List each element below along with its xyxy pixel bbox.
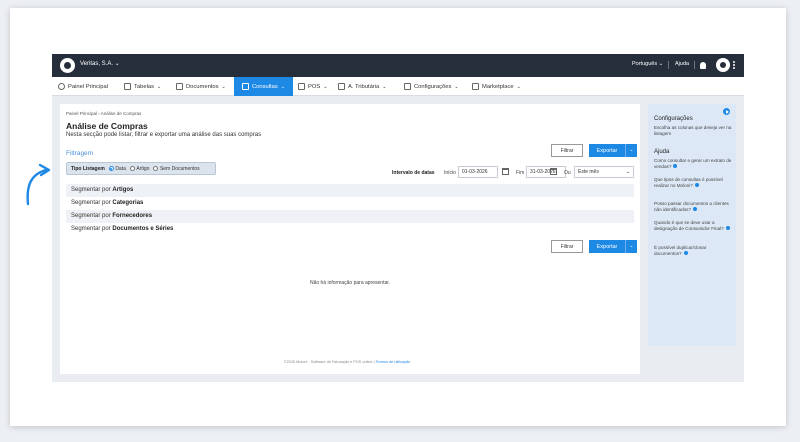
chevron-down-icon: ⌄ <box>382 83 387 90</box>
page-title: Análise de Compras <box>66 121 148 131</box>
chevron-down-icon[interactable]: ⌄ <box>625 240 637 253</box>
radio-data[interactable]: Data <box>108 166 126 172</box>
intervalo-label: Intervalo de datas <box>392 170 435 176</box>
app-window: Veritas, S.A. ⌄ Português ⌄ Ajuda Painel… <box>52 54 744 382</box>
help-item[interactable]: Posso passar documentos a clientes não i… <box>654 201 732 212</box>
chevron-down-icon: ⌄ <box>516 83 521 90</box>
top-bar: Veritas, S.A. ⌄ Português ⌄ Ajuda <box>52 54 744 77</box>
segment-categorias[interactable]: Segmentar por Categorias <box>66 197 634 210</box>
help-item[interactable]: Quando é que se deve usar a designação d… <box>654 220 732 231</box>
inicio-label: Início <box>444 170 456 176</box>
info-icon <box>683 251 688 256</box>
help-link[interactable]: Ajuda <box>675 61 689 67</box>
help-sidebar: Configurações Escolha as colunas que des… <box>648 104 736 346</box>
pos-icon <box>298 83 305 90</box>
avatar[interactable] <box>716 58 730 72</box>
divider <box>668 61 669 69</box>
table-icon <box>124 83 131 90</box>
nav-tabelas[interactable]: Tabelas ⌄ <box>124 77 161 96</box>
nav-consultas[interactable]: Consultas ⌄ <box>234 77 293 96</box>
annotation-arrow-icon <box>26 163 51 206</box>
help-item[interactable]: É possível duplicar/clonar documentos? <box>654 245 732 256</box>
settings-icon <box>404 83 411 90</box>
nav-marketplace[interactable]: Marketplace ⌄ <box>472 77 521 96</box>
company-selector[interactable]: Veritas, S.A. ⌄ <box>80 60 120 67</box>
tipo-listagem-label: Tipo Listagem <box>71 165 105 172</box>
nav-pos[interactable]: POS ⌄ <box>298 77 327 96</box>
radio-artigo[interactable]: Artigo <box>129 166 149 172</box>
calendar-icon[interactable] <box>502 168 509 175</box>
empty-message: Não há informação para apresentar. <box>309 280 391 286</box>
more-options-icon[interactable] <box>733 61 735 70</box>
nav-documentos[interactable]: Documentos ⌄ <box>176 77 226 96</box>
help-item[interactable]: Como consultar e gerar um extrato de ven… <box>654 158 732 169</box>
breadcrumb[interactable]: Painel Principal › Análise de Compras <box>66 111 141 116</box>
config-link[interactable]: Escolha as colunas que deseja ver na lis… <box>654 125 732 136</box>
segment-fornecedores[interactable]: Segmentar por Fornecedores <box>66 210 634 223</box>
main-nav: Painel Principal Tabelas ⌄ Documentos ⌄ … <box>52 77 744 96</box>
chevron-down-icon[interactable]: ⌄ <box>625 144 637 157</box>
nav-configuracoes[interactable]: Configurações ⌄ <box>404 77 459 96</box>
ou-label: Ou <box>564 170 571 176</box>
info-icon <box>673 164 678 169</box>
chart-icon <box>242 83 249 90</box>
export-button-bottom[interactable]: Exportar ⌄ <box>589 240 637 253</box>
start-date-input[interactable]: 01-03-2026 <box>458 166 498 178</box>
chevron-down-icon: ⌄ <box>280 83 285 90</box>
filter-button-bottom[interactable]: Filtrar <box>551 240 583 253</box>
filtragem-heading[interactable]: Filtragem <box>66 150 93 157</box>
language-selector[interactable]: Português ⌄ <box>632 61 663 67</box>
info-icon <box>725 226 730 231</box>
info-icon <box>694 183 699 188</box>
help-title: Ajuda <box>654 149 670 155</box>
help-item[interactable]: Que tipos de consultas é possível realiz… <box>654 177 732 188</box>
period-select[interactable]: Este mês ⌄ <box>574 166 634 178</box>
collapse-sidebar-icon[interactable] <box>723 108 730 115</box>
footer: ©2026 Moloni - Software de Faturação e P… <box>283 360 411 364</box>
chevron-down-icon: ⌄ <box>156 83 162 90</box>
filter-button-top[interactable]: Filtrar <box>551 144 583 157</box>
divider <box>694 61 695 69</box>
tax-icon <box>338 83 345 90</box>
calendar-icon[interactable] <box>550 168 557 175</box>
config-title: Configurações <box>654 116 693 122</box>
grid-icon <box>472 83 479 90</box>
segment-documentos-series[interactable]: Segmentar por Documentos e Séries <box>66 223 634 236</box>
dashboard-icon <box>58 83 65 90</box>
bell-icon[interactable] <box>700 62 706 69</box>
tipo-listagem-box: Tipo Listagem Data Artigo Sem Documentos <box>66 162 216 175</box>
info-icon <box>693 207 698 212</box>
nav-a-tributaria[interactable]: A. Tributária ⌄ <box>338 77 386 96</box>
segment-artigos[interactable]: Segmentar por Artigos <box>66 184 634 197</box>
radio-sem-documentos[interactable]: Sem Documentos <box>153 166 200 172</box>
terms-link[interactable]: Termos de utilização <box>376 360 411 364</box>
export-button-top[interactable]: Exportar ⌄ <box>589 144 637 157</box>
document-icon <box>176 83 183 90</box>
main-panel: Painel Principal › Análise de Compras An… <box>60 104 640 374</box>
chevron-down-icon: ⌄ <box>625 169 630 175</box>
chevron-down-icon: ⌄ <box>221 83 226 90</box>
fim-label: Fim <box>516 170 525 176</box>
page-subtitle: Nesta secção pode listar, filtrar e expo… <box>66 132 262 138</box>
chevron-down-icon: ⌄ <box>454 83 459 90</box>
company-logo-icon[interactable] <box>60 58 75 73</box>
nav-painel-principal[interactable]: Painel Principal <box>58 77 108 96</box>
chevron-down-icon: ⌄ <box>323 83 328 90</box>
end-date-input[interactable]: 31-03-2026 <box>526 166 566 178</box>
